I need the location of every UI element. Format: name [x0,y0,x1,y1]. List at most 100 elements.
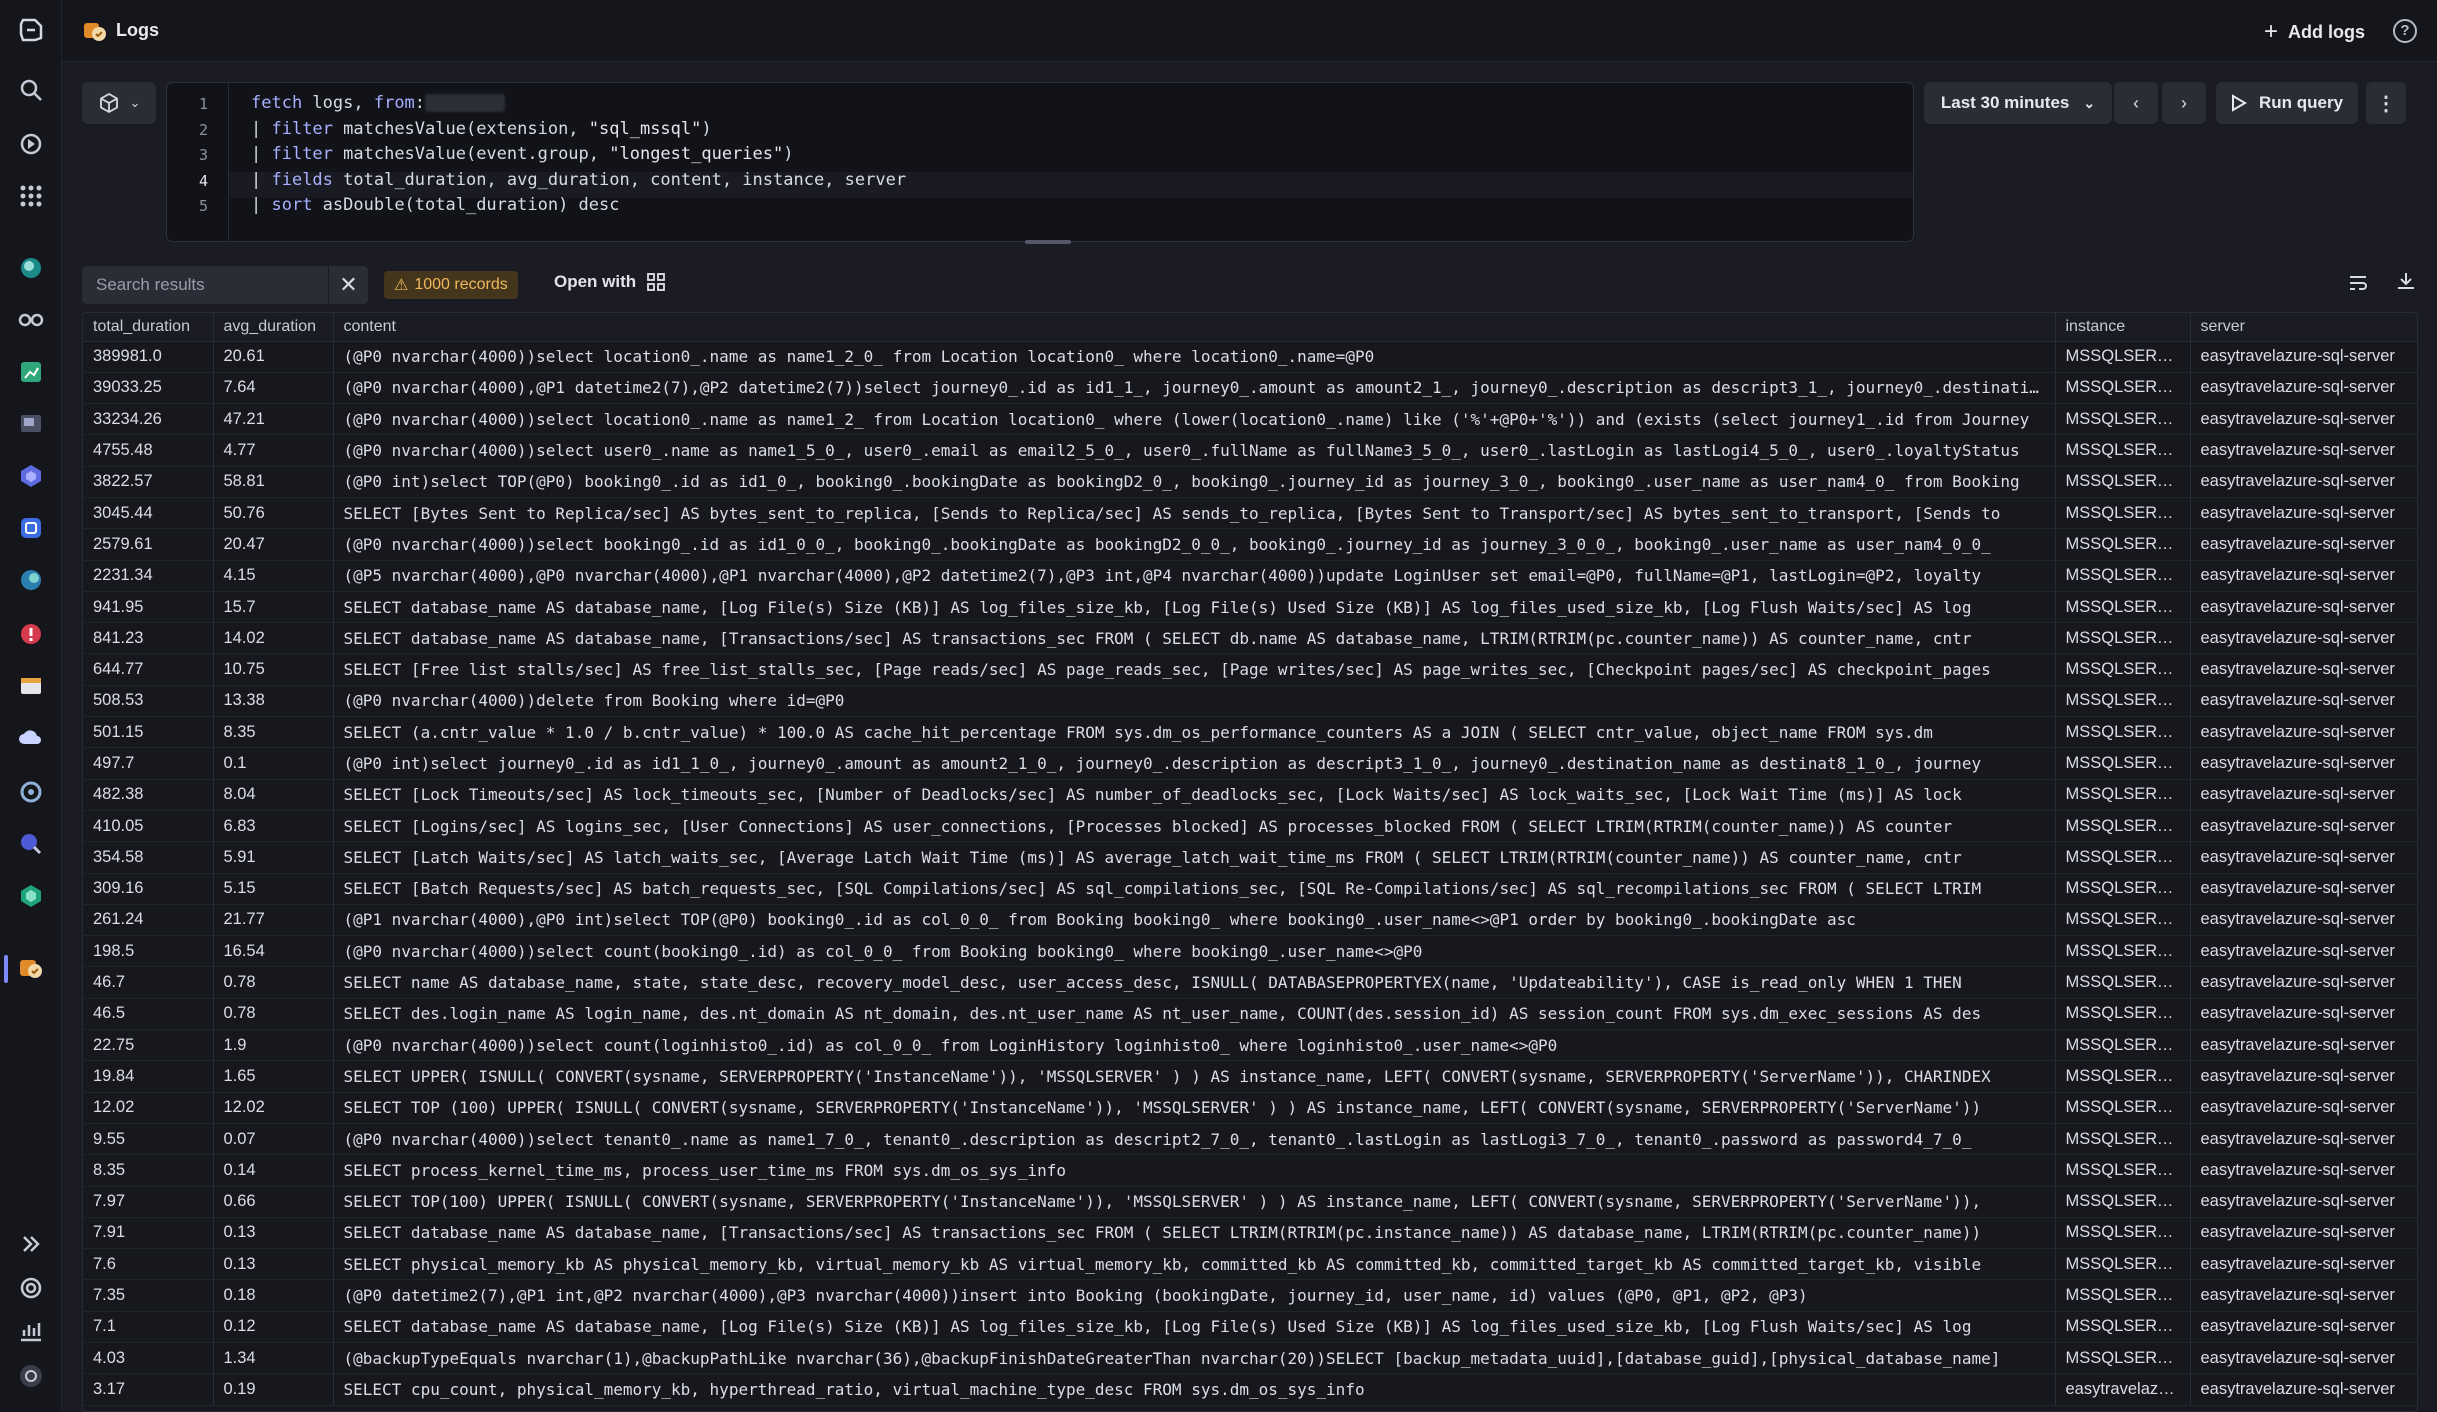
table-row[interactable]: 3.17 0.19 SELECT cpu_count, physical_memor… [83,1373,2417,1406]
user-avatar[interactable] [15,1360,47,1392]
table-row[interactable]: 8.35 0.14 SELECT process_kernel_time_ms, p… [83,1154,2417,1187]
cell-total-duration: 198.5 [83,935,214,968]
table-row[interactable]: 841.23 14.02 SELECT database_name AS datab… [83,622,2417,655]
table-row[interactable]: 7.91 0.13 SELECT database_name AS database… [83,1217,2417,1250]
column-header-content[interactable]: content [333,313,2056,342]
table-row[interactable]: 410.05 6.83 SELECT [Logins/sec] AS logins_… [83,810,2417,843]
cell-avg-duration: 8.04 [213,779,334,811]
table-row[interactable]: 389981.0 20.61 (@P0 nvarchar(4000))select … [83,341,2417,373]
table-row[interactable]: 39033.25 7.64 (@P0 nvarchar(4000),@P1 date… [83,372,2417,405]
table-row[interactable]: 508.53 13.38 (@P0 nvarchar(4000))delete fr… [83,685,2417,718]
open-with-button[interactable]: Open with [554,272,666,292]
services-app-icon[interactable] [15,460,47,492]
download-icon[interactable] [2395,270,2417,298]
code-line[interactable]: | fields total_duration, avg_duration, c… [251,170,906,190]
table-row[interactable]: 33234.26 47.21 (@P0 nvarchar(4000))select … [83,403,2417,436]
security-app-icon[interactable] [15,880,47,912]
cell-avg-duration: 10.75 [213,653,334,686]
code-line[interactable]: | sort asDouble(total_duration) desc [251,195,619,215]
cell-avg-duration: 0.12 [213,1311,334,1344]
infrastructure-app-icon[interactable] [15,252,47,284]
table-row[interactable]: 941.95 15.7 SELECT database_name AS databa… [83,591,2417,624]
table-row[interactable]: 46.7 0.78 SELECT name AS database_name, st… [83,966,2417,999]
table-row[interactable]: 19.84 1.65 SELECT UPPER( ISNULL( CONVERT(s… [83,1060,2417,1093]
support-icon[interactable] [15,1272,47,1304]
table-row[interactable]: 3822.57 58.81 (@P0 int)select TOP(@P0) boo… [83,466,2417,498]
table-row[interactable]: 3045.44 50.76 SELECT [Bytes Sent to Replic… [83,497,2417,530]
column-header-instance[interactable]: instance [2055,313,2191,342]
workflows-icon[interactable] [15,128,47,160]
logs-app-icon[interactable] [15,952,47,984]
table-row[interactable]: 7.6 0.13 SELECT physical_memory_kb AS phys… [83,1248,2417,1281]
usage-chart-icon[interactable] [15,1314,47,1346]
reports-app-icon[interactable] [15,670,47,702]
query-editor[interactable]: 1 2 3 4 5 fetch logs, from: | filter matchesV… [166,82,1914,244]
cloud-automation-app-icon[interactable] [15,722,47,754]
clear-search-icon[interactable]: ✕ [328,266,368,304]
column-header-server[interactable]: server [2190,313,2417,342]
table-row[interactable]: 2231.34 4.15 (@P5 nvarchar(4000),@P0 nvarc… [83,560,2417,592]
table-row[interactable]: 46.5 0.78 SELECT des.login_name AS login_n… [83,998,2417,1031]
run-query-button[interactable]: Run query [2216,82,2358,124]
cell-avg-duration: 0.78 [213,998,334,1031]
cell-server: easytravelazure-sql-server [2190,1342,2417,1375]
line-wrap-icon[interactable] [2347,272,2369,300]
table-row[interactable]: 2579.61 20.47 (@P0 nvarchar(4000))select b… [83,528,2417,561]
column-header-avg-duration[interactable]: avg_duration [213,313,334,342]
table-row[interactable]: 354.58 5.91 SELECT [Latch Waits/sec] AS la… [83,841,2417,874]
cell-total-duration: 7.35 [83,1279,214,1312]
clouds-app-icon[interactable] [15,564,47,596]
table-row[interactable]: 7.1 0.12 SELECT database_name AS database_… [83,1311,2417,1344]
table-row[interactable]: 482.38 8.04 SELECT [Lock Timeouts/sec] AS … [83,779,2417,811]
table-row[interactable]: 9.55 0.07 (@P0 nvarchar(4000))select tenan… [83,1123,2417,1156]
binoculars-app-icon[interactable] [15,302,47,334]
cell-server: easytravelazure-sql-server [2190,1029,2417,1062]
notebooks-app-icon[interactable] [15,408,47,440]
search-icon[interactable] [15,74,47,106]
expand-nav-icon[interactable] [15,1228,47,1260]
logs-search-app-icon[interactable] [15,828,47,860]
cell-instance: MSSQLSERVER [2055,403,2191,436]
problems-app-icon[interactable] [15,618,47,650]
help-icon[interactable]: ? [2393,19,2417,43]
apps-grid-icon[interactable] [15,180,47,212]
column-header-total-duration[interactable]: total_duration [83,313,214,342]
table-row[interactable]: 7.35 0.18 (@P0 datetime2(7),@P1 int,@P2 nv… [83,1279,2417,1312]
dashboards-app-icon[interactable] [15,356,47,388]
code-line[interactable]: | filter matchesValue(event.group, "long… [251,144,794,164]
settings-app-icon[interactable] [15,776,47,808]
search-results-input[interactable]: Search results [82,266,328,304]
segment-selector-button[interactable]: ⌄ [82,82,156,124]
add-logs-button[interactable]: + Add logs [2264,18,2365,46]
table-row[interactable]: 198.5 16.54 (@P0 nvarchar(4000))select cou… [83,935,2417,968]
dynatrace-logo-icon[interactable] [15,14,47,46]
table-row[interactable]: 4755.48 4.77 (@P0 nvarchar(4000))select us… [83,434,2417,467]
next-timeframe-button[interactable]: › [2162,82,2206,124]
code-token: filter [271,144,333,164]
editor-resize-handle[interactable] [1025,240,1071,244]
previous-timeframe-button[interactable]: ‹ [2114,82,2158,124]
cell-avg-duration: 5.15 [213,873,334,905]
table-row[interactable]: 497.7 0.1 (@P0 int)select journey0_.id as … [83,747,2417,780]
table-row[interactable]: 309.16 5.15 SELECT [Batch Requests/sec] AS… [83,873,2417,905]
cell-total-duration: 941.95 [83,591,214,624]
table-row[interactable]: 12.02 12.02 SELECT TOP (100) UPPER( ISNULL… [83,1092,2417,1124]
cell-content: SELECT des.login_name AS login_name, des… [333,998,2056,1031]
code-line[interactable]: fetch logs, from: [251,93,506,113]
cell-content: (@P0 nvarchar(4000),@P1 datetime2(7),@P2… [333,372,2056,405]
table-row[interactable]: 7.97 0.66 SELECT TOP(100) UPPER( ISNULL( C… [83,1186,2417,1218]
table-row[interactable]: 644.77 10.75 SELECT [Free list stalls/sec]… [83,653,2417,686]
more-options-icon[interactable]: ⋮ [2366,82,2406,124]
warning-icon: ⚠ [394,277,409,294]
kubernetes-app-icon[interactable] [15,512,47,544]
table-row[interactable]: 261.24 21.77 (@P1 nvarchar(4000),@P0 int)s… [83,904,2417,937]
timeframe-selector[interactable]: Last 30 minutes ⌄ [1924,82,2112,124]
cell-server: easytravelazure-sql-server [2190,1217,2417,1250]
table-row[interactable]: 501.15 8.35 SELECT (a.cntr_value * 1.0 / b… [83,716,2417,749]
cell-avg-duration: 50.76 [213,497,334,530]
cell-server: easytravelazure-sql-server [2190,779,2417,811]
cell-total-duration: 497.7 [83,747,214,780]
table-row[interactable]: 22.75 1.9 (@P0 nvarchar(4000))select count… [83,1029,2417,1062]
code-line[interactable]: | filter matchesValue(extension, "sql_ms… [251,119,712,139]
table-row[interactable]: 4.03 1.34 (@backupTypeEquals nvarchar(1),@… [83,1342,2417,1375]
